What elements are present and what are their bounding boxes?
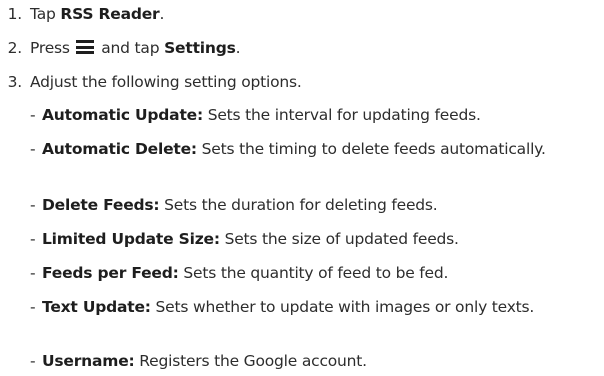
list-dash: - — [30, 196, 36, 214]
step-number: 1. — [7, 5, 23, 23]
option-automatic-delete: - Automatic Delete: Sets the timing to d… — [30, 139, 602, 160]
option-label: Delete Feeds: — [42, 196, 160, 214]
menu-icon — [75, 40, 94, 54]
list-dash: - — [30, 106, 36, 124]
option-feeds-per-feed: - Feeds per Feed: Sets the quantity of f… — [30, 263, 602, 284]
option-text-update: - Text Update: Sets whether to update wi… — [30, 297, 602, 318]
step-text: Press and tap Settings. — [30, 39, 241, 57]
option-label: Feeds per Feed: — [42, 264, 179, 282]
option-label: Username: — [42, 352, 135, 370]
instructions-document: 1. Tap RSS Reader. 2. Press and tap Sett… — [0, 0, 604, 376]
step-text: Tap RSS Reader. — [30, 5, 165, 23]
step-number: 2. — [7, 39, 23, 57]
option-label: Text Update: — [42, 298, 151, 316]
list-dash: - — [30, 264, 36, 282]
list-dash: - — [30, 298, 36, 316]
list-dash: - — [30, 352, 36, 370]
option-automatic-update: - Automatic Update: Sets the interval fo… — [30, 105, 602, 126]
option-label: Automatic Delete: — [42, 140, 197, 158]
step-text: Adjust the following setting options. — [30, 73, 302, 91]
option-username: - Username: Registers the Google account… — [30, 351, 602, 372]
option-description: Sets the quantity of feed to be fed. — [178, 264, 449, 282]
option-description: Sets the size of updated feeds. — [219, 230, 459, 248]
option-description: Sets the duration for deleting feeds. — [159, 196, 438, 214]
option-limited-update-size: - Limited Update Size: Sets the size of … — [30, 229, 602, 250]
option-description: Sets whether to update with images or on… — [150, 298, 535, 316]
option-label: Automatic Update: — [42, 106, 203, 124]
app-name-rss-reader: RSS Reader — [60, 5, 160, 23]
option-description: Registers the Google account. — [134, 352, 367, 370]
option-description: Sets the timing to delete feeds automati… — [196, 140, 546, 158]
settings-label: Settings — [164, 39, 236, 57]
step-number: 3. — [7, 73, 23, 91]
list-dash: - — [30, 140, 36, 158]
list-dash: - — [30, 230, 36, 248]
option-label: Limited Update Size: — [42, 230, 220, 248]
option-description: Sets the interval for updating feeds. — [202, 106, 481, 124]
option-delete-feeds: - Delete Feeds: Sets the duration for de… — [30, 195, 602, 216]
